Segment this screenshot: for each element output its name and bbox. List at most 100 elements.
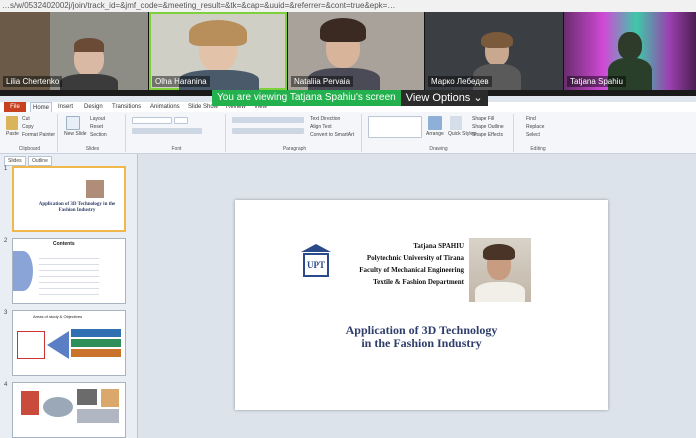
- thumbnail-list: [39, 253, 99, 295]
- logo-roof: [301, 244, 331, 252]
- list-buttons[interactable]: [232, 117, 304, 123]
- view-options-button[interactable]: View Options ⌄: [400, 90, 488, 106]
- section-button[interactable]: Section: [90, 132, 107, 138]
- thumbnail-arrow: [47, 331, 69, 359]
- clipboard-group: Paste Cut Copy Format Painter Clipboard: [2, 114, 58, 152]
- new-slide-button[interactable]: New Slide: [64, 131, 87, 137]
- cut-button[interactable]: Cut: [22, 116, 30, 122]
- align-buttons[interactable]: [232, 128, 304, 134]
- tab-slides[interactable]: Slides: [4, 156, 26, 166]
- editing-group-label: Editing: [530, 146, 546, 152]
- find-button[interactable]: Find: [526, 116, 536, 122]
- participant-hair: [189, 20, 247, 46]
- thumbnail-image: [77, 389, 97, 405]
- copy-button[interactable]: Copy: [22, 124, 34, 130]
- participant-name: Olha Haranina: [152, 76, 210, 87]
- thumbnail-title: Areas of study & Objectives: [33, 314, 83, 319]
- thumbnail-image: [77, 409, 119, 423]
- arrange-button[interactable]: Arrange: [426, 131, 444, 137]
- slide-editing-area: UPT Tatjana SPAHIU Polytechnic Universit…: [139, 154, 696, 438]
- font-size-box[interactable]: [174, 117, 188, 124]
- thumbnail-image: [43, 397, 73, 417]
- slides-panel: Slides Outline 1 Application of 3D Techn…: [0, 154, 138, 438]
- participant-tile-2[interactable]: Olha Haranina: [149, 12, 287, 90]
- clipboard-group-label: Clipboard: [18, 146, 41, 152]
- text-direction-button[interactable]: Text Direction: [310, 116, 340, 122]
- participant-name: Марко Лебедев: [428, 76, 492, 87]
- tab-design[interactable]: Design: [84, 102, 103, 112]
- new-slide-icon[interactable]: [66, 116, 80, 130]
- arrange-icon[interactable]: [428, 116, 442, 130]
- panel-tabs: Slides Outline: [4, 156, 53, 166]
- department-name: Textile & Fashion Department: [373, 278, 464, 286]
- upt-logo: UPT: [301, 244, 331, 278]
- align-text-button[interactable]: Align Text: [310, 124, 332, 130]
- participant-face: [618, 32, 642, 60]
- font-format-buttons[interactable]: [132, 128, 202, 134]
- view-options-label: View Options: [405, 92, 471, 104]
- format-painter-button[interactable]: Format Painter: [22, 132, 55, 138]
- photo-hair: [483, 244, 515, 260]
- paragraph-group-label: Paragraph: [282, 146, 307, 152]
- shape-effects-button[interactable]: Shape Effects: [472, 132, 503, 138]
- reset-button[interactable]: Reset: [90, 124, 103, 130]
- font-group: Font: [128, 114, 226, 152]
- shape-outline-button[interactable]: Shape Outline: [472, 124, 504, 130]
- logo-text: UPT: [303, 253, 329, 277]
- slide-thumbnail-2[interactable]: Contents: [12, 238, 126, 304]
- thumbnail-title: Application of 3D Technology in the Fash…: [38, 202, 116, 213]
- slide-number-3: 3: [4, 310, 8, 316]
- author-name: Tatjana SPAHIU: [413, 242, 464, 250]
- slide-thumbnail-4[interactable]: [12, 382, 126, 438]
- tab-animations[interactable]: Animations: [150, 102, 180, 112]
- participant-tile-4[interactable]: Марко Лебедев: [425, 12, 563, 90]
- shapes-gallery[interactable]: [368, 116, 422, 138]
- replace-button[interactable]: Replace: [526, 124, 544, 130]
- tab-outline[interactable]: Outline: [28, 156, 52, 166]
- drawing-group-label: Drawing: [429, 146, 448, 152]
- ribbon: Paste Cut Copy Format Painter Clipboard …: [0, 112, 696, 154]
- share-message: You are viewing Tatjana Spahiu's screen: [212, 90, 401, 106]
- university-name: Polytechnic University of Tirana: [366, 254, 464, 262]
- slides-group-label: Slides: [85, 146, 100, 152]
- paste-icon[interactable]: [6, 116, 18, 130]
- paste-button[interactable]: Paste: [6, 131, 19, 137]
- slide-title-line-2: in the Fashion Industry: [361, 336, 482, 350]
- quick-styles-icon[interactable]: [450, 116, 462, 130]
- current-slide[interactable]: UPT Tatjana SPAHIU Polytechnic Universit…: [235, 200, 608, 410]
- thumbnail-title: Contents: [53, 241, 75, 247]
- editing-group: Find Replace Select Editing: [516, 114, 560, 152]
- participant-name: Tatjana Spahiu: [567, 76, 626, 87]
- thumbnail-bar-1: [71, 329, 121, 337]
- thumbnail-photo: [86, 180, 104, 198]
- browser-url-bar[interactable]: …s/w/0532402002j/join/track_id=&jmf_code…: [0, 0, 696, 12]
- slides-group: New Slide Layout Reset Section Slides: [60, 114, 126, 152]
- select-button[interactable]: Select: [526, 132, 540, 138]
- powerpoint-window: File Home Insert Design Transitions Anim…: [0, 96, 696, 438]
- slide-thumbnail-3[interactable]: Areas of study & Objectives: [12, 310, 126, 376]
- tab-transitions[interactable]: Transitions: [112, 102, 141, 112]
- shape-fill-button[interactable]: Shape Fill: [472, 116, 494, 122]
- participant-tile-5[interactable]: Tatjana Spahiu: [564, 12, 696, 90]
- screen-share-banner: You are viewing Tatjana Spahiu's screen …: [212, 90, 500, 106]
- participant-body: [60, 74, 118, 90]
- thumbnail-textbox: [17, 331, 45, 359]
- slide-number-2: 2: [4, 238, 8, 244]
- photo-body: [475, 282, 525, 302]
- file-tab[interactable]: File: [4, 102, 26, 112]
- slide-author-block: Tatjana SPAHIU Polytechnic University of…: [359, 240, 464, 288]
- participant-name: Lilia Chertenko: [3, 76, 63, 87]
- layout-button[interactable]: Layout: [90, 116, 105, 122]
- chevron-down-icon: ⌄: [473, 92, 483, 104]
- participant-name: Nataliia Pervaia: [291, 76, 354, 87]
- video-gallery: Lilia Chertenko Olha Haranina Nataliia P…: [0, 12, 696, 90]
- participant-tile-3[interactable]: Nataliia Pervaia: [288, 12, 424, 90]
- tab-insert[interactable]: Insert: [58, 102, 73, 112]
- slide-thumbnail-1[interactable]: Application of 3D Technology in the Fash…: [12, 166, 126, 232]
- font-name-box[interactable]: [132, 117, 172, 124]
- thumbnail-image: [21, 391, 39, 415]
- slide-number-4: 4: [4, 382, 8, 388]
- participant-tile-1[interactable]: Lilia Chertenko: [0, 12, 148, 90]
- convert-smartart-button[interactable]: Convert to SmartArt: [310, 132, 354, 138]
- thumbnail-bar-3: [71, 349, 121, 357]
